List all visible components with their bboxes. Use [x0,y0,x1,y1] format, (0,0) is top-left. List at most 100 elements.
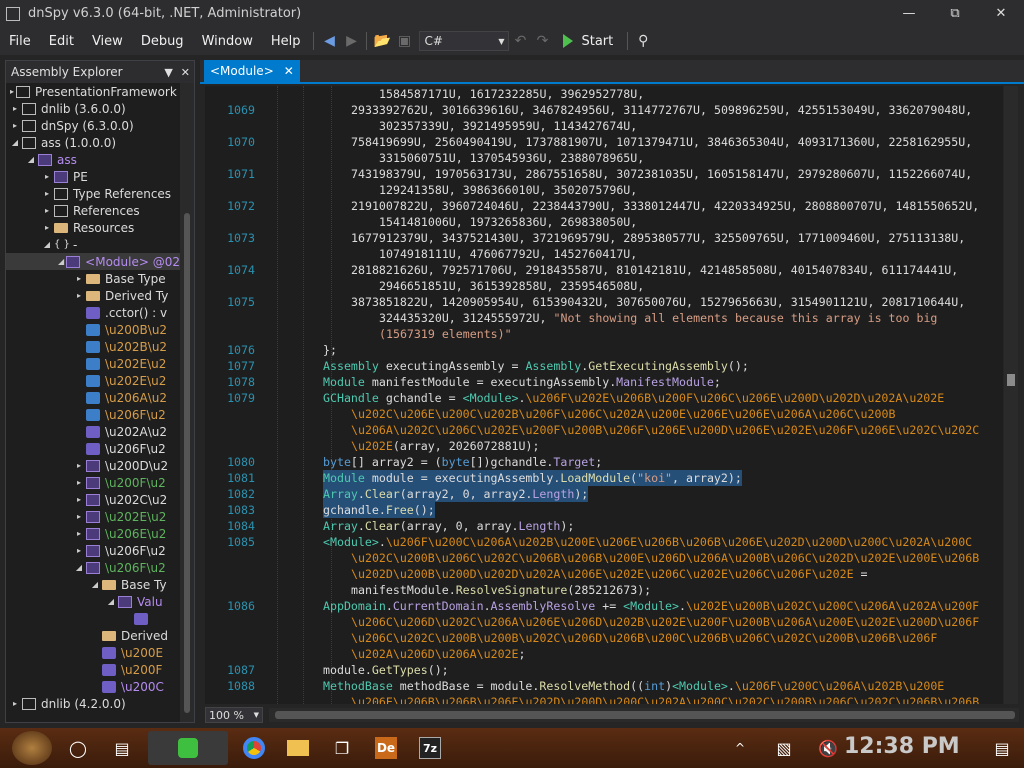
taskbar-clock[interactable]: 12:38 PM [844,734,960,759]
tree-node[interactable]: ▸ PE [6,168,182,185]
search-circle-icon[interactable]: ◯ [60,731,96,765]
expander-icon[interactable]: ▸ [42,223,52,232]
close-button[interactable]: ✕ [978,0,1024,27]
network-icon[interactable]: ▧ [766,731,802,765]
tree-node[interactable]: ▸ \u206E\u2 [6,525,182,542]
expander-icon[interactable]: ◢ [10,138,20,147]
tab-module[interactable]: <Module> ✕ [204,60,300,82]
tree-node[interactable]: \u202A\u2 [6,423,182,440]
dropdown-icon[interactable]: ▼ [164,66,172,79]
expander-icon[interactable]: ▸ [42,172,52,181]
tree-node[interactable]: \u200F [6,661,182,678]
menu-window[interactable]: Window [193,34,262,49]
expander-icon[interactable]: ▸ [42,189,52,198]
back-icon[interactable]: ◀ [318,30,340,52]
tree-node[interactable]: \u206F\u2 [6,440,182,457]
tab-close-icon[interactable]: ✕ [284,64,294,78]
tree-node[interactable]: ▸ Type References [6,185,182,202]
show-hidden-icons-icon[interactable]: ^ [722,731,758,765]
start-menu-icon[interactable] [12,731,52,765]
tree-node[interactable]: \u200B\u2 [6,321,182,338]
language-select[interactable]: C# ▼ [419,31,510,51]
expander-icon[interactable]: ▸ [74,546,84,555]
tree-node[interactable]: ◢ ass [6,151,182,168]
expander-icon[interactable]: ▸ [42,206,52,215]
start-button[interactable]: Start [563,34,613,49]
tree-node[interactable]: ▸ Base Type [6,270,182,287]
redo-icon[interactable]: ↷ [531,30,553,52]
menu-edit[interactable]: Edit [40,34,83,49]
expander-icon[interactable]: ▸ [74,461,84,470]
notifications-icon[interactable]: ▤ [984,731,1020,765]
dnspy-icon[interactable]: De [368,731,404,765]
tree-scrollbar[interactable] [180,83,194,722]
tree-node[interactable]: .cctor() : v [6,304,182,321]
multi-window-icon[interactable]: ❐ [324,731,360,765]
app-chat-icon[interactable] [148,731,228,765]
tree-node[interactable]: ▸ \u202E\u2 [6,508,182,525]
tree-node[interactable]: ▸ Resources [6,219,182,236]
volume-muted-icon[interactable]: 🔇 [810,731,846,765]
expander-icon[interactable]: ▸ [74,291,84,300]
tree-node[interactable]: ◢ \u206F\u2 [6,559,182,576]
expander-icon[interactable]: ◢ [26,155,36,164]
tree-node[interactable]: ◢{ } - [6,236,182,253]
menu-help[interactable]: Help [262,34,310,49]
expander-icon[interactable]: ▸ [10,121,20,130]
tree-node[interactable]: \u200C [6,678,182,695]
horizontal-scrollbar[interactable] [269,708,1019,722]
expander-icon[interactable]: ▸ [74,478,84,487]
search-icon[interactable]: ⚲ [632,30,654,52]
tree-node[interactable]: \u206F\u2 [6,406,182,423]
tree-node[interactable] [6,610,182,627]
chrome-icon[interactable] [236,731,272,765]
open-folder-icon[interactable]: 📂 [371,30,393,52]
tree-node[interactable]: ▸ PresentationFramework ( [6,83,182,100]
tree-node[interactable]: Derived [6,627,182,644]
tree-node[interactable]: ▸ Derived Ty [6,287,182,304]
menu-file[interactable]: File [0,34,40,49]
minimize-button[interactable]: — [886,0,932,27]
tree-node[interactable]: ◢ <Module> @020 [6,253,182,270]
expander-icon[interactable]: ▸ [74,529,84,538]
expander-icon[interactable]: ◢ [106,597,116,606]
expander-icon[interactable]: ◢ [42,240,52,249]
expander-icon[interactable]: ▸ [10,104,20,113]
expander-icon[interactable]: ▸ [74,274,84,283]
menu-debug[interactable]: Debug [132,34,193,49]
undo-icon[interactable]: ↶ [509,30,531,52]
tree-node[interactable]: ▸ \u202C\u2 [6,491,182,508]
tree-node[interactable]: ◢ Valu [6,593,182,610]
tree-node[interactable]: \u206A\u2 [6,389,182,406]
tree-node[interactable]: \u202E\u2 [6,372,182,389]
restore-button[interactable]: ⧉ [932,0,978,27]
tree-node[interactable]: \u200E [6,644,182,661]
close-icon[interactable]: ✕ [181,66,190,79]
tree-node[interactable]: ◢ ass (1.0.0.0) [6,134,182,151]
tree-node[interactable]: ▸ dnlib (3.6.0.0) [6,100,182,117]
expander-icon[interactable]: ◢ [90,580,100,589]
tree-node[interactable]: ◢ Base Ty [6,576,182,593]
expander-icon[interactable]: ▸ [74,495,84,504]
forward-icon[interactable]: ▶ [340,30,362,52]
tree-node[interactable]: ▸ dnlib (4.2.0.0) [6,695,182,712]
tree-node[interactable]: ▸ References [6,202,182,219]
save-icon[interactable]: ▣ [393,30,415,52]
tree-node[interactable]: ▸ \u200F\u2 [6,474,182,491]
menu-view[interactable]: View [83,34,132,49]
tree-node[interactable]: ▸ \u206F\u2 [6,542,182,559]
expander-icon[interactable]: ▸ [10,87,14,96]
tree-node[interactable]: ▸ dnSpy (6.3.0.0) [6,117,182,134]
expander-icon[interactable]: ▸ [10,699,20,708]
file-explorer-icon[interactable] [280,731,316,765]
code-editor[interactable]: 1584587171U, 1617232285U, 3962952778U, 10… [205,86,1003,704]
expander-icon[interactable]: ▸ [74,512,84,521]
zoom-select[interactable]: 100 % ▼ [205,707,263,723]
7zip-icon[interactable]: 7z [412,731,448,765]
tree-node[interactable]: ▸ \u200D\u2 [6,457,182,474]
task-view-icon[interactable]: ▤ [104,731,140,765]
expander-icon[interactable]: ◢ [74,563,84,572]
expander-icon[interactable]: ◢ [58,257,64,266]
editor-scrollbar[interactable] [1004,86,1018,704]
tree-node[interactable]: \u202B\u2 [6,338,182,355]
